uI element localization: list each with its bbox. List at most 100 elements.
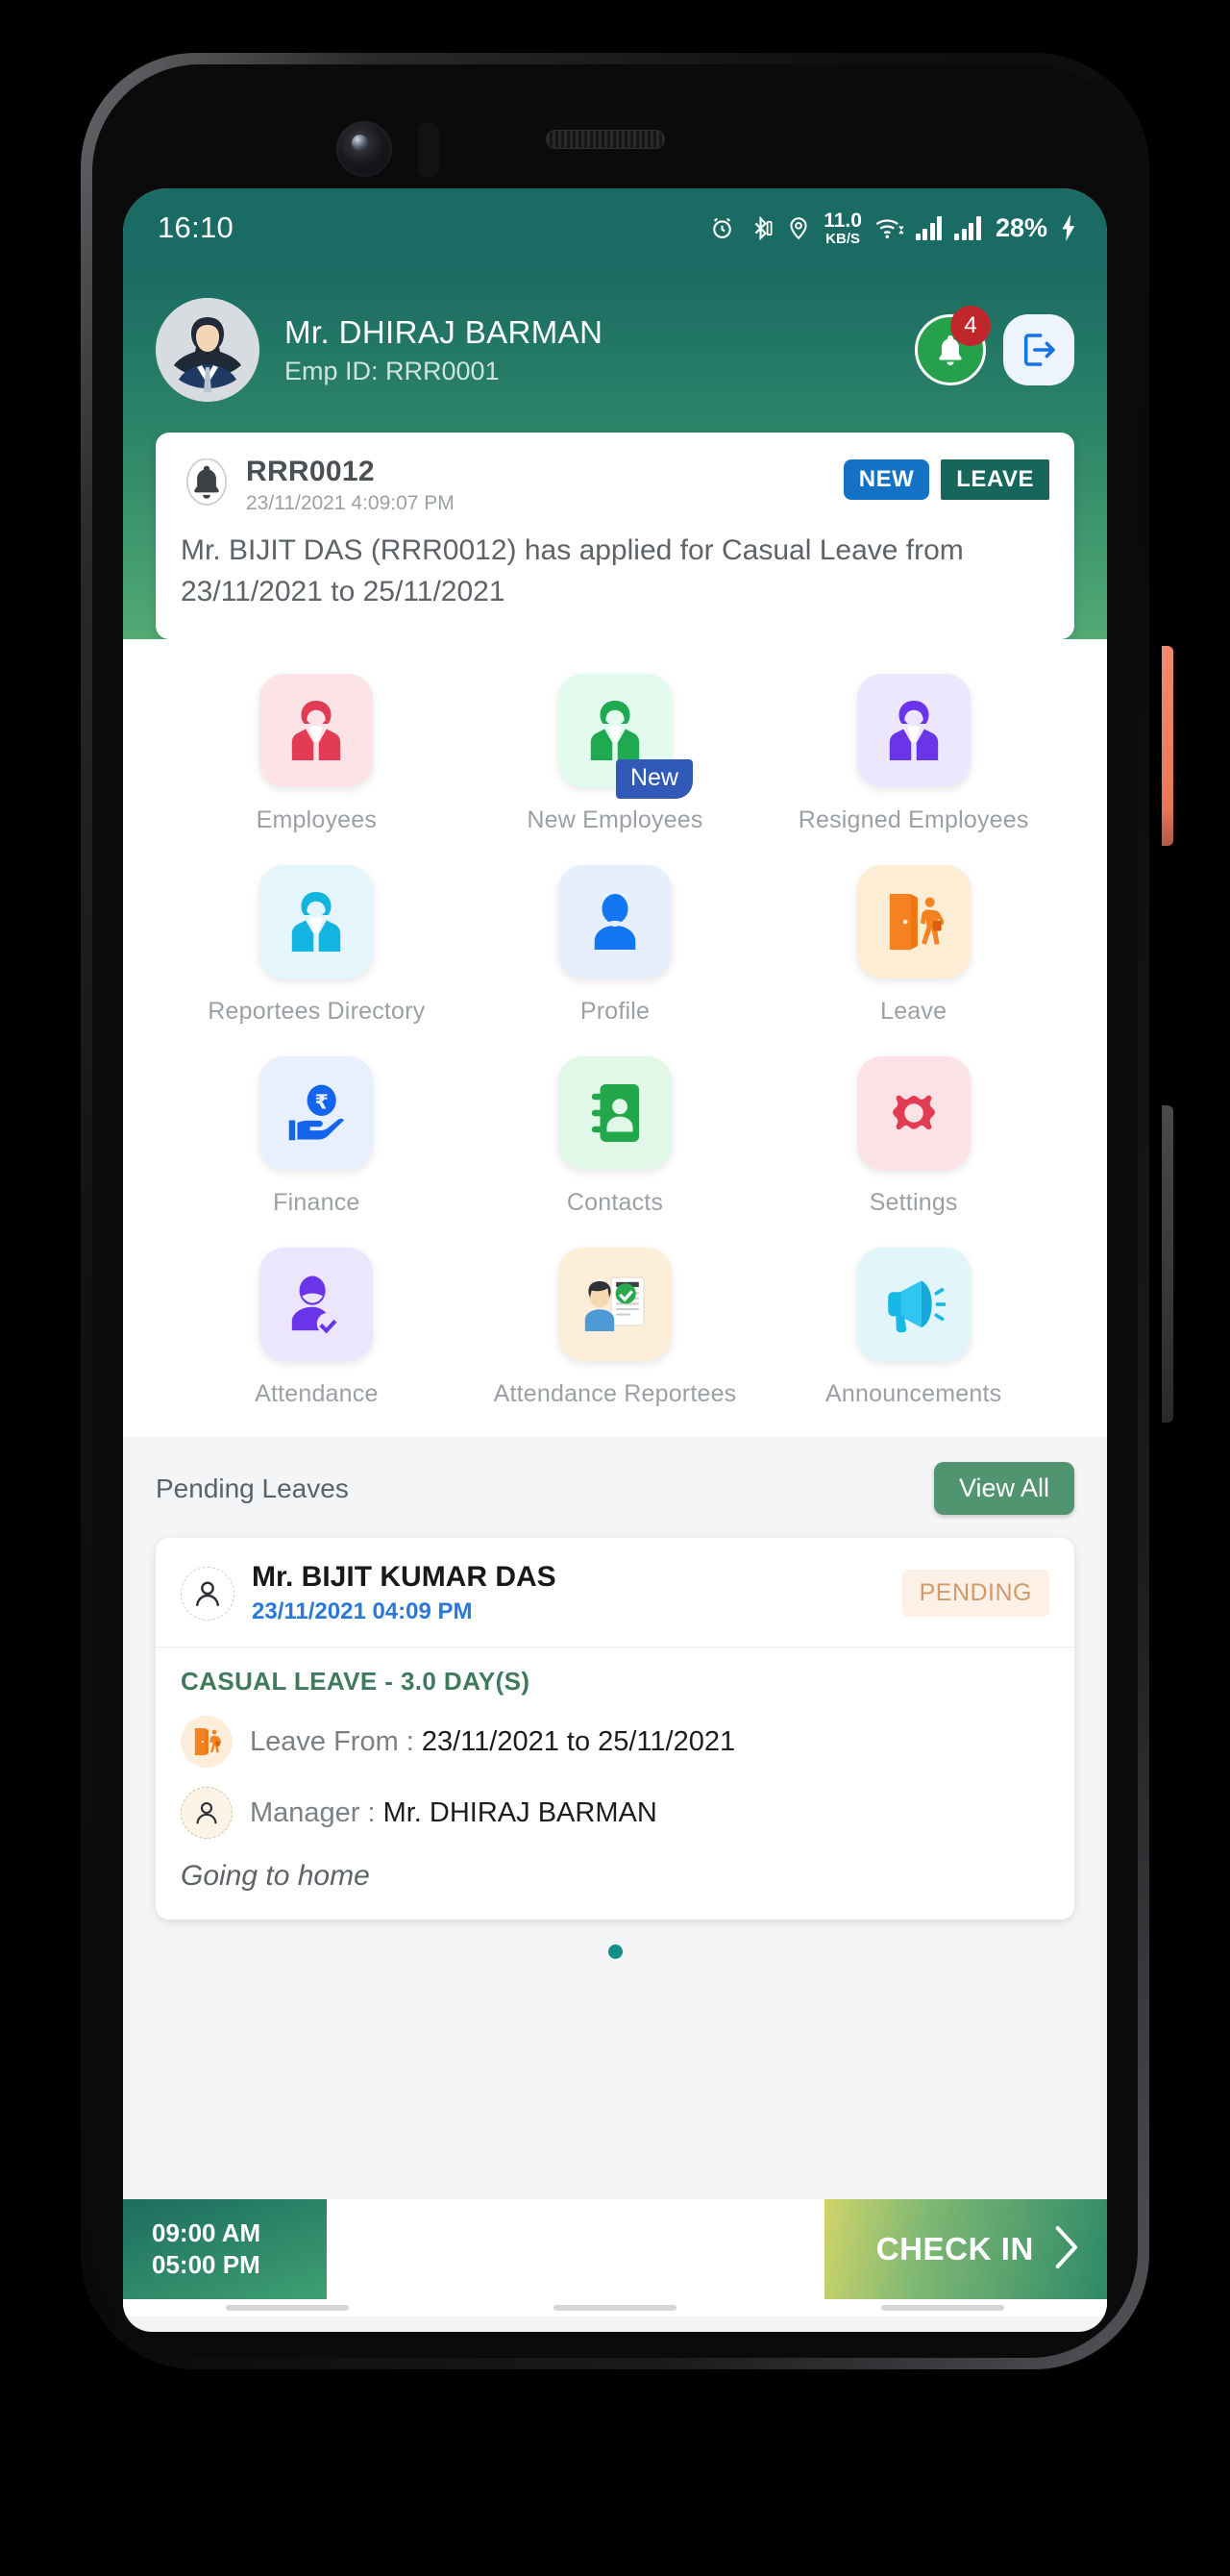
notification-card-header: RRR0012 23/11/2021 4:09:07 PM NEW LEAVE (181, 456, 1049, 515)
leave-door-icon (856, 865, 971, 979)
menu-item-new-employees[interactable]: New New Employees (466, 674, 765, 834)
phone-screen: 16:10 11.0 KB/S 28% Mr. DHIRAJ BARMAN Em… (123, 188, 1107, 2332)
notification-meta: RRR0012 23/11/2021 4:09:07 PM (246, 456, 844, 515)
leave-card-header: Mr. BIJIT KUMAR DAS 23/11/2021 04:09 PM … (156, 1538, 1074, 1647)
check-in-label: CHECK IN (875, 2231, 1034, 2267)
shift-time-display: 09:00 AM 05:00 PM (123, 2199, 327, 2300)
leave-person-name: Mr. BIJIT KUMAR DAS (252, 1561, 556, 1594)
manager-value: Mr. DHIRAJ BARMAN (382, 1796, 657, 1828)
new-badge: New (615, 759, 693, 800)
nav-hint-home[interactable] (553, 2305, 676, 2312)
user-row: Mr. DHIRAJ BARMAN Emp ID: RRR0001 4 (156, 292, 1074, 408)
notification-card[interactable]: RRR0012 23/11/2021 4:09:07 PM NEW LEAVE … (156, 433, 1074, 640)
menu-item-label: Attendance Reportees (493, 1380, 737, 1408)
person-circle-icon (181, 1566, 234, 1621)
status-badge: PENDING (901, 1570, 1049, 1618)
nav-hint-back[interactable] (225, 2305, 349, 2312)
notification-badge: 4 (950, 306, 991, 346)
notification-emp-id: RRR0012 (246, 456, 375, 487)
check-in-button[interactable]: CHECK IN (824, 2199, 1107, 2300)
avatar[interactable] (156, 298, 259, 402)
pending-leave-card[interactable]: Mr. BIJIT KUMAR DAS 23/11/2021 04:09 PM … (156, 1538, 1074, 1920)
contacts-book-icon (557, 1056, 672, 1171)
location-icon (786, 215, 811, 240)
status-badge-new: NEW (843, 459, 930, 500)
new-employee-icon: New (557, 674, 693, 800)
menu-item-contacts[interactable]: Contacts (466, 1056, 765, 1217)
bell-icon (181, 456, 233, 511)
menu-item-label: Reportees Directory (208, 998, 426, 1026)
camera-lens (352, 135, 368, 151)
resigned-employee-icon (856, 674, 971, 788)
shift-end-time: 05:00 PM (152, 2250, 260, 2280)
profile-icon (557, 865, 672, 979)
volume-button[interactable] (1162, 1105, 1173, 1423)
attendance-check-icon (259, 1248, 374, 1362)
menu-item-label: New Employees (527, 806, 703, 834)
battery-charging-icon (1060, 214, 1078, 241)
menu-item-settings[interactable]: Settings (764, 1056, 1063, 1217)
battery-percentage: 28% (995, 212, 1047, 242)
navigation-hints (123, 2299, 1107, 2317)
bottom-bar-spacer (327, 2199, 824, 2300)
menu-item-label: Resigned Employees (798, 806, 1029, 834)
bluetooth-icon (748, 215, 774, 241)
status-bar-icons: 11.0 KB/S 28% (709, 211, 1078, 246)
menu-item-leave[interactable]: Leave (764, 865, 1063, 1026)
menu-item-label: Leave (880, 998, 947, 1026)
view-all-button[interactable]: View All (933, 1462, 1074, 1516)
page-indicator (156, 1920, 1074, 1960)
nav-hint-recents[interactable] (881, 2305, 1005, 2312)
earpiece-speaker (546, 130, 665, 149)
leave-card-body: CASUAL LEAVE - 3.0 DAY(S) Leave From : 2… (156, 1647, 1074, 1920)
leave-door-icon (181, 1716, 233, 1769)
menu-item-reportees-directory[interactable]: Reportees Directory (167, 865, 466, 1026)
notification-button[interactable]: 4 (915, 306, 991, 385)
chevron-right-icon (1049, 2223, 1082, 2276)
status-bar-clock: 16:10 (158, 211, 234, 244)
leave-applied-date: 23/11/2021 04:09 PM (252, 1598, 473, 1625)
menu-item-announcements[interactable]: Announcements (764, 1248, 1063, 1408)
wifi-icon (874, 215, 903, 240)
menu-item-label: Settings (869, 1189, 958, 1217)
manager-row: Manager : Mr. DHIRAJ BARMAN (181, 1787, 1049, 1840)
menu-item-finance[interactable]: ₹ Finance (167, 1056, 466, 1217)
menu-item-profile[interactable]: Profile (466, 865, 765, 1026)
power-button[interactable] (1162, 646, 1173, 846)
menu-item-attendance-reportees[interactable]: Attendance Reportees (466, 1248, 765, 1408)
menu-item-label: Contacts (566, 1189, 664, 1217)
menu-item-attendance[interactable]: Attendance (167, 1248, 466, 1408)
finance-rupee-icon: ₹ (259, 1056, 374, 1171)
section-title: Pending Leaves (156, 1473, 349, 1503)
network-speed-indicator: 11.0 KB/S (824, 211, 862, 246)
signal-icon (915, 215, 943, 240)
app-header: Mr. DHIRAJ BARMAN Emp ID: RRR0001 4 RRR0… (123, 267, 1107, 640)
alarm-icon (709, 215, 735, 241)
front-camera-icon (336, 121, 392, 177)
menu-item-label: Finance (273, 1189, 360, 1217)
user-emp-id: Emp ID: RRR0001 (284, 356, 500, 385)
page-dot-active[interactable] (607, 1944, 623, 1960)
bottom-bar: 09:00 AM 05:00 PM CHECK IN (123, 2199, 1107, 2300)
notification-tags: NEW LEAVE (843, 456, 1049, 500)
menu-item-label: Attendance (255, 1380, 379, 1408)
leave-from-value: 23/11/2021 to 25/11/2021 (421, 1725, 736, 1757)
user-name: Mr. DHIRAJ BARMAN (284, 313, 603, 350)
reportees-directory-icon (259, 865, 374, 979)
settings-gear-icon (856, 1056, 971, 1171)
menu-item-employees[interactable]: Employees (167, 674, 466, 834)
manager-label: Manager : (250, 1796, 376, 1828)
shift-start-time: 09:00 AM (152, 2217, 261, 2247)
pending-leaves-section: Pending Leaves View All Mr. BIJIT KUMAR … (123, 1437, 1107, 1960)
header-actions: 4 (915, 306, 1074, 385)
attendance-reportees-icon (557, 1248, 672, 1362)
leave-from-row: Leave From : 23/11/2021 to 25/11/2021 (181, 1716, 1049, 1769)
signal-icon (954, 215, 981, 240)
notification-message: Mr. BIJIT DAS (RRR0012) has applied for … (181, 534, 964, 607)
person-circle-icon (181, 1787, 233, 1840)
status-bar: 16:10 11.0 KB/S 28% (123, 188, 1107, 267)
menu-item-label: Employees (256, 806, 378, 834)
logout-button[interactable] (1003, 314, 1074, 385)
menu-item-resigned-employees[interactable]: Resigned Employees (764, 674, 1063, 834)
content-filler (123, 1959, 1107, 2200)
